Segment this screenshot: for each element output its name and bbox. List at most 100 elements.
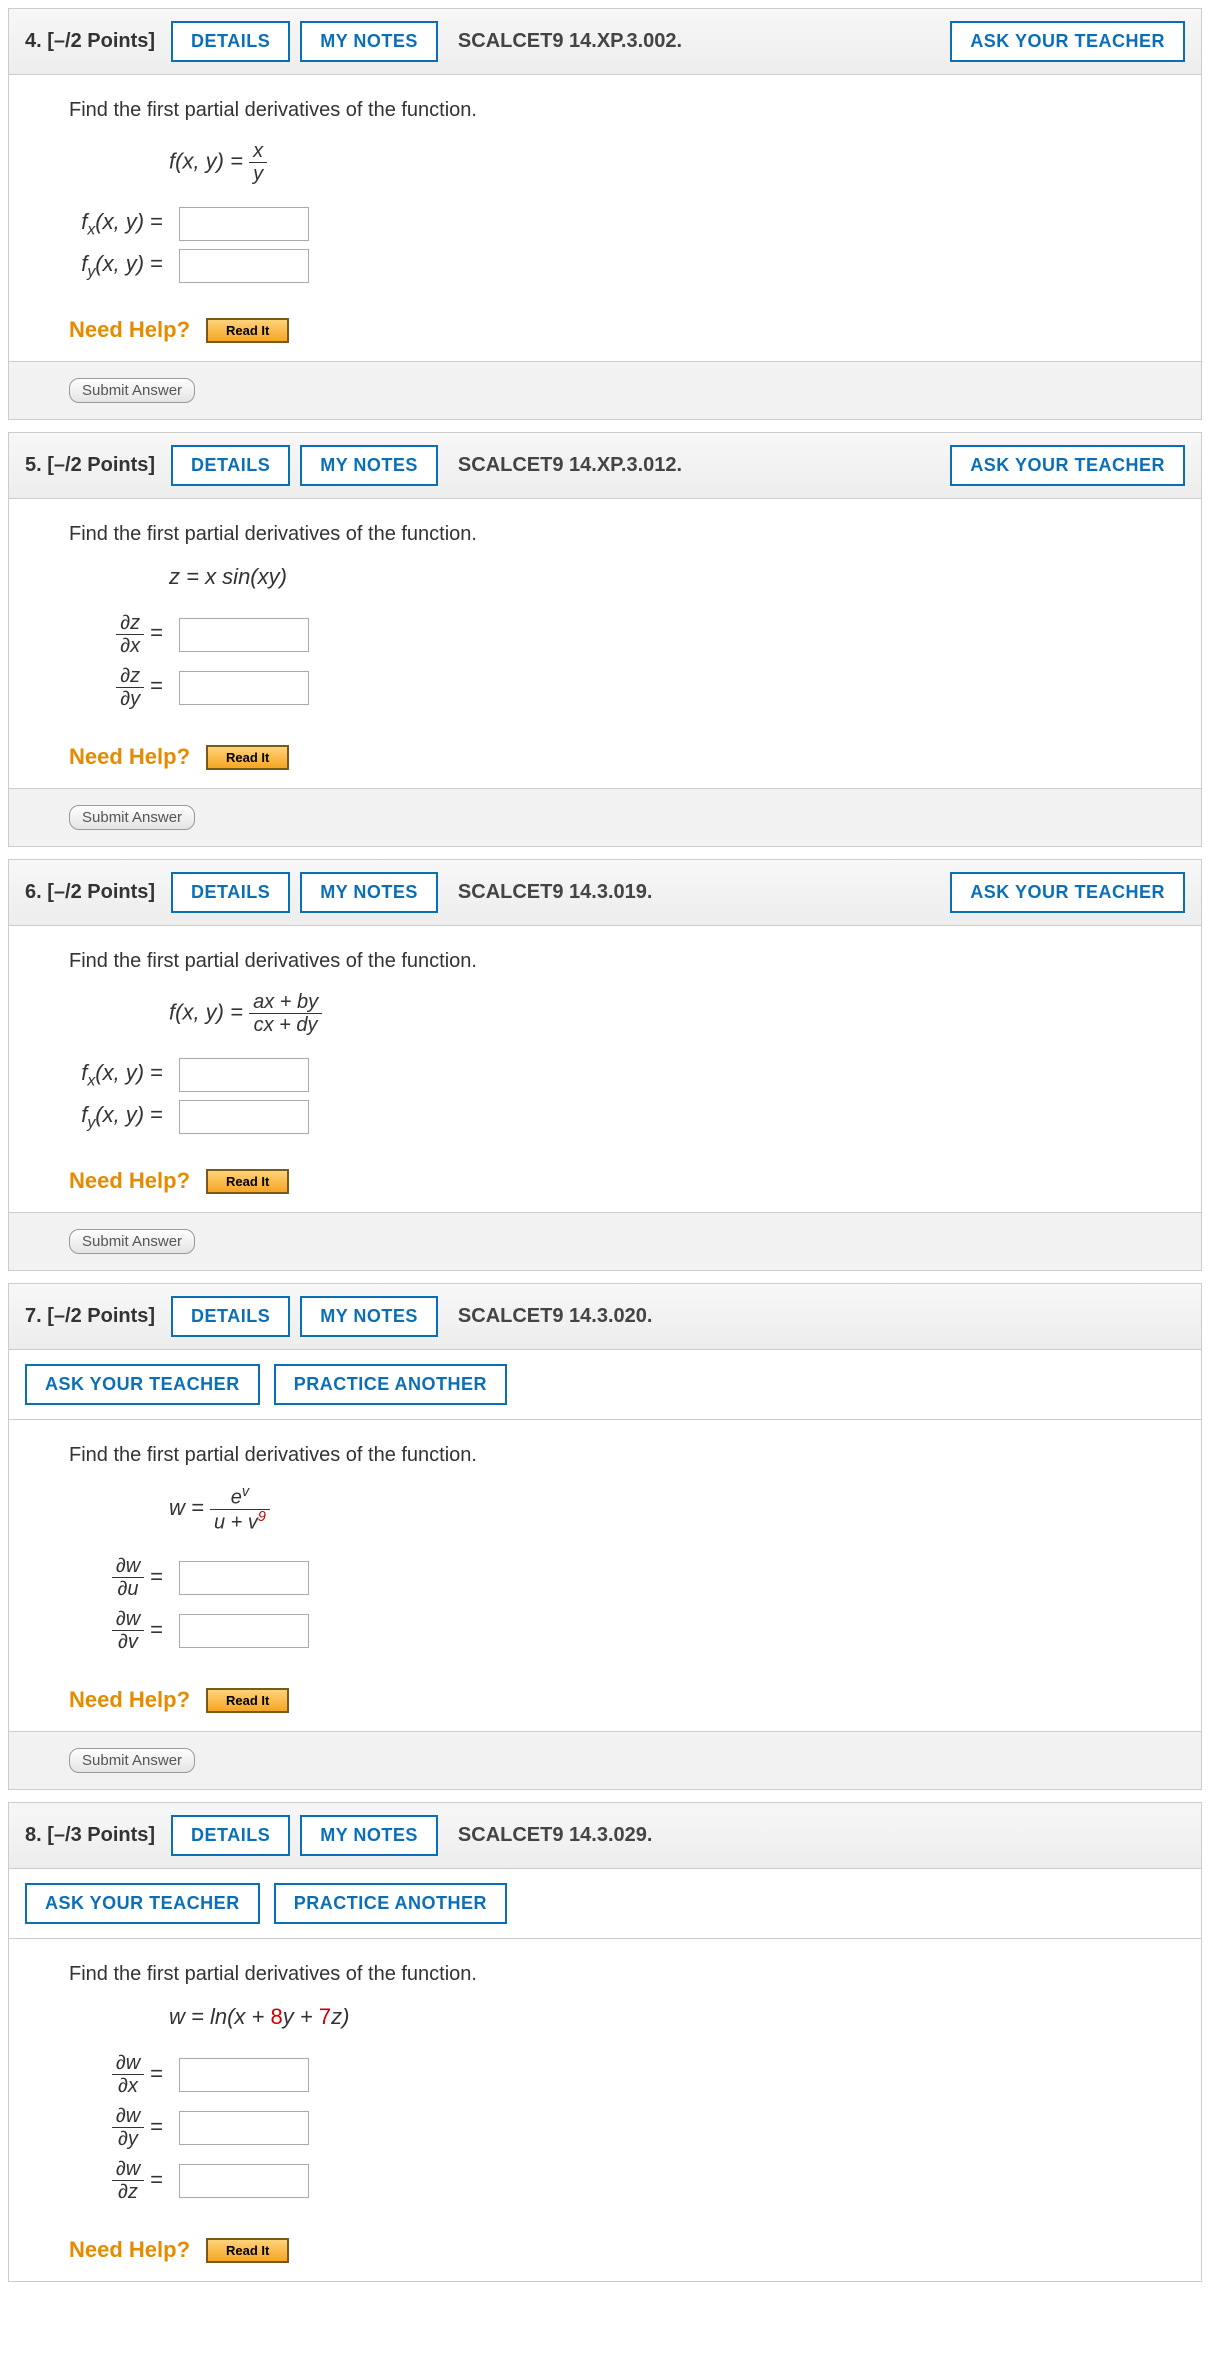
question-formula: w = evu + v9 xyxy=(169,1485,1141,1533)
answer-row: ∂w∂y= xyxy=(69,2105,1141,2150)
answer-input[interactable] xyxy=(179,249,309,283)
question-number-points: 6. [–/2 Points] xyxy=(25,881,155,904)
answer-label: ∂w∂y= xyxy=(69,2105,179,2150)
need-help-label: Need Help? xyxy=(69,2237,190,2263)
question-header-row2: ASK YOUR TEACHER PRACTICE ANOTHER xyxy=(9,1350,1201,1420)
question-number: 4. xyxy=(25,30,42,52)
answer-label: fx(x, y)= xyxy=(69,209,179,239)
need-help: Need Help?Read It xyxy=(69,1168,1141,1194)
details-button[interactable]: DETAILS xyxy=(171,21,290,62)
assignment-code: SCALCET9 14.XP.3.002. xyxy=(458,30,682,53)
submit-answer-button[interactable]: Submit Answer xyxy=(69,805,195,830)
submit-row: Submit Answer xyxy=(9,1731,1201,1789)
question: 4. [–/2 Points] DETAILSMY NOTES SCALCET9 1… xyxy=(8,8,1202,420)
answer-row: fy(x, y)= xyxy=(69,249,1141,283)
submit-answer-button[interactable]: Submit Answer xyxy=(69,378,195,403)
answer-label: ∂w∂v= xyxy=(69,1608,179,1653)
assignment-code: SCALCET9 14.3.020. xyxy=(458,1305,653,1328)
answer-input[interactable] xyxy=(179,1614,309,1648)
question-header: 4. [–/2 Points] DETAILSMY NOTES SCALCET9 1… xyxy=(9,9,1201,75)
details-button[interactable]: DETAILS xyxy=(171,1296,290,1337)
question-number-points: 4. [–/2 Points] xyxy=(25,30,155,53)
question-body: Find the first partial derivatives of th… xyxy=(9,75,1201,361)
ask-teacher-button[interactable]: ASK YOUR TEACHER xyxy=(25,1364,260,1405)
need-help-label: Need Help? xyxy=(69,317,190,343)
submit-row: Submit Answer xyxy=(9,1212,1201,1270)
details-button[interactable]: DETAILS xyxy=(171,1815,290,1856)
question-number: 7. xyxy=(25,1305,42,1327)
read-it-button[interactable]: Read It xyxy=(206,2238,289,2263)
question-points: [–/3 Points] xyxy=(47,1824,155,1846)
question: 8. [–/3 Points] DETAILSMY NOTES SCALCET9 1… xyxy=(8,1802,1202,2282)
answer-label: fx(x, y)= xyxy=(69,1060,179,1090)
my-notes-button[interactable]: MY NOTES xyxy=(300,445,438,486)
practice-another-button[interactable]: PRACTICE ANOTHER xyxy=(274,1883,507,1924)
answer-row: fy(x, y)= xyxy=(69,1100,1141,1134)
answer-row: ∂w∂v= xyxy=(69,1608,1141,1653)
answer-input[interactable] xyxy=(179,1100,309,1134)
ask-teacher-button[interactable]: ASK YOUR TEACHER xyxy=(950,21,1185,62)
question-body: Find the first partial derivatives of th… xyxy=(9,926,1201,1212)
my-notes-button[interactable]: MY NOTES xyxy=(300,1296,438,1337)
question-number-points: 5. [–/2 Points] xyxy=(25,454,155,477)
question-prompt: Find the first partial derivatives of th… xyxy=(69,523,1141,546)
answer-input[interactable] xyxy=(179,2058,309,2092)
assignment-code: SCALCET9 14.3.019. xyxy=(458,881,653,904)
submit-row: Submit Answer xyxy=(9,361,1201,419)
question-header: 7. [–/2 Points]DETAILSMY NOTESSCALCET9 1… xyxy=(9,1284,1201,1350)
answer-row: ∂w∂u= xyxy=(69,1555,1141,1600)
answer-row: ∂w∂x= xyxy=(69,2052,1141,2097)
answer-row: fx(x, y)= xyxy=(69,1058,1141,1092)
read-it-button[interactable]: Read It xyxy=(206,1688,289,1713)
read-it-button[interactable]: Read It xyxy=(206,745,289,770)
question-body: Find the first partial derivatives of th… xyxy=(9,1939,1201,2281)
details-button[interactable]: DETAILS xyxy=(171,445,290,486)
answer-input[interactable] xyxy=(179,671,309,705)
submit-answer-button[interactable]: Submit Answer xyxy=(69,1748,195,1773)
question: 6. [–/2 Points] DETAILSMY NOTES SCALCET9 1… xyxy=(8,859,1202,1271)
question-prompt: Find the first partial derivatives of th… xyxy=(69,1444,1141,1467)
question-body: Find the first partial derivatives of th… xyxy=(9,499,1201,788)
answer-input[interactable] xyxy=(179,207,309,241)
read-it-button[interactable]: Read It xyxy=(206,318,289,343)
need-help: Need Help?Read It xyxy=(69,1687,1141,1713)
ask-teacher-button[interactable]: ASK YOUR TEACHER xyxy=(950,872,1185,913)
answer-label: ∂w∂z= xyxy=(69,2158,179,2203)
question-header: 5. [–/2 Points] DETAILSMY NOTES SCALCET9 1… xyxy=(9,433,1201,499)
ask-teacher-button[interactable]: ASK YOUR TEACHER xyxy=(25,1883,260,1924)
answer-input[interactable] xyxy=(179,1058,309,1092)
question-prompt: Find the first partial derivatives of th… xyxy=(69,1963,1141,1986)
ask-teacher-button[interactable]: ASK YOUR TEACHER xyxy=(950,445,1185,486)
answer-input[interactable] xyxy=(179,2111,309,2145)
question-number: 5. xyxy=(25,454,42,476)
answer-row: ∂z∂y= xyxy=(69,665,1141,710)
question-body: Find the first partial derivatives of th… xyxy=(9,1420,1201,1731)
question-formula: f(x, y) = ax + bycx + dy xyxy=(169,991,1141,1036)
answer-label: ∂w∂x= xyxy=(69,2052,179,2097)
submit-answer-button[interactable]: Submit Answer xyxy=(69,1229,195,1254)
question-formula: w = ln(x + 8y + 7z) xyxy=(169,2004,1141,2030)
assignment-code: SCALCET9 14.XP.3.012. xyxy=(458,454,682,477)
question-number: 8. xyxy=(25,1824,42,1846)
need-help: Need Help?Read It xyxy=(69,744,1141,770)
my-notes-button[interactable]: MY NOTES xyxy=(300,1815,438,1856)
answer-label: ∂w∂u= xyxy=(69,1555,179,1600)
practice-another-button[interactable]: PRACTICE ANOTHER xyxy=(274,1364,507,1405)
answer-input[interactable] xyxy=(179,1561,309,1595)
my-notes-button[interactable]: MY NOTES xyxy=(300,21,438,62)
answer-input[interactable] xyxy=(179,618,309,652)
question-points: [–/2 Points] xyxy=(47,454,155,476)
question: 7. [–/2 Points]DETAILSMY NOTESSCALCET9 1… xyxy=(8,1283,1202,1790)
question-prompt: Find the first partial derivatives of th… xyxy=(69,950,1141,973)
read-it-button[interactable]: Read It xyxy=(206,1169,289,1194)
answer-label: ∂z∂x= xyxy=(69,612,179,657)
need-help: Need Help? Read It xyxy=(69,317,1141,343)
question-header-row2: ASK YOUR TEACHER PRACTICE ANOTHER xyxy=(9,1869,1201,1939)
answer-input[interactable] xyxy=(179,2164,309,2198)
need-help: Need Help? Read It xyxy=(69,2237,1141,2263)
assignment-code: SCALCET9 14.3.029. xyxy=(458,1824,653,1847)
my-notes-button[interactable]: MY NOTES xyxy=(300,872,438,913)
question-formula: f(x, y) = xy xyxy=(169,140,1141,185)
question-number: 6. xyxy=(25,881,42,903)
details-button[interactable]: DETAILS xyxy=(171,872,290,913)
